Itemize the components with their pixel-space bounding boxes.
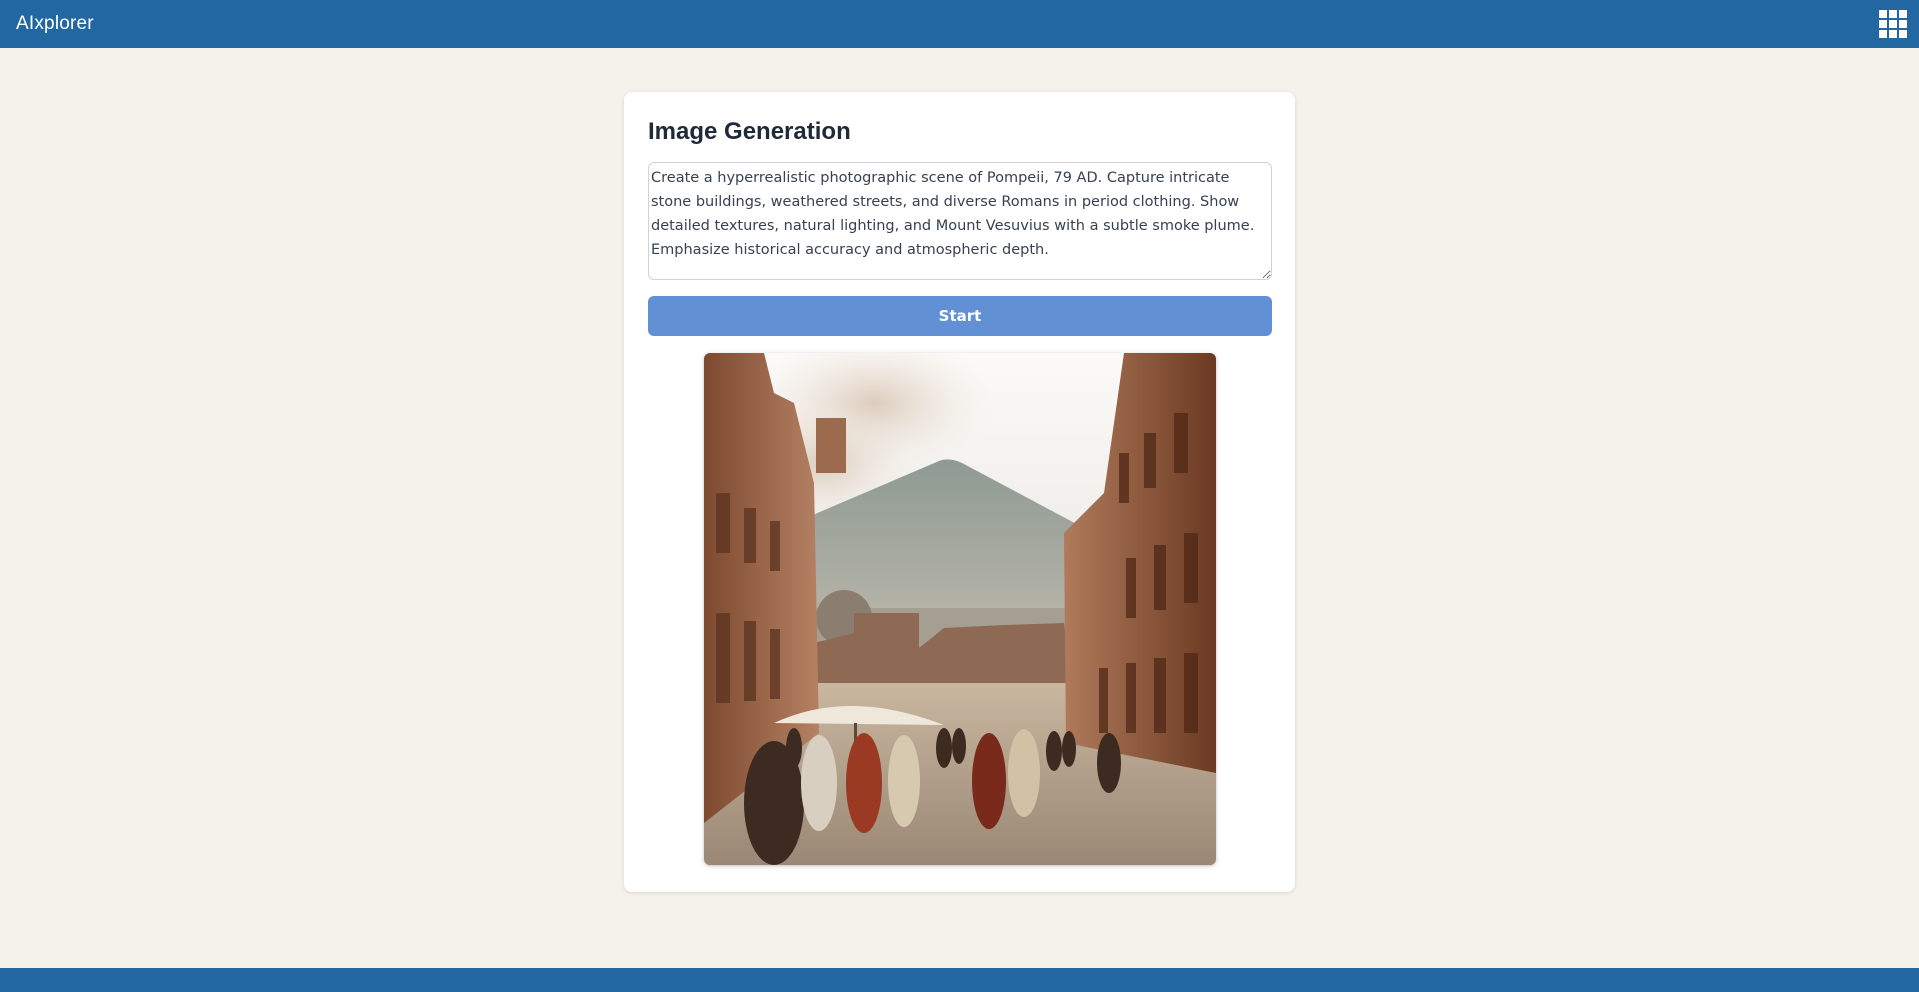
generated-image [703, 353, 1216, 865]
image-generation-card: Image Generation Start [624, 92, 1295, 892]
prompt-input[interactable] [648, 162, 1272, 280]
app-title: AIxplorer [16, 13, 94, 34]
page-title: Image Generation [648, 118, 851, 145]
bottom-bar [0, 968, 1919, 992]
top-app-bar: AIxplorer [0, 0, 1919, 48]
apps-grid-icon[interactable] [1879, 10, 1907, 38]
start-button[interactable]: Start [648, 296, 1272, 336]
